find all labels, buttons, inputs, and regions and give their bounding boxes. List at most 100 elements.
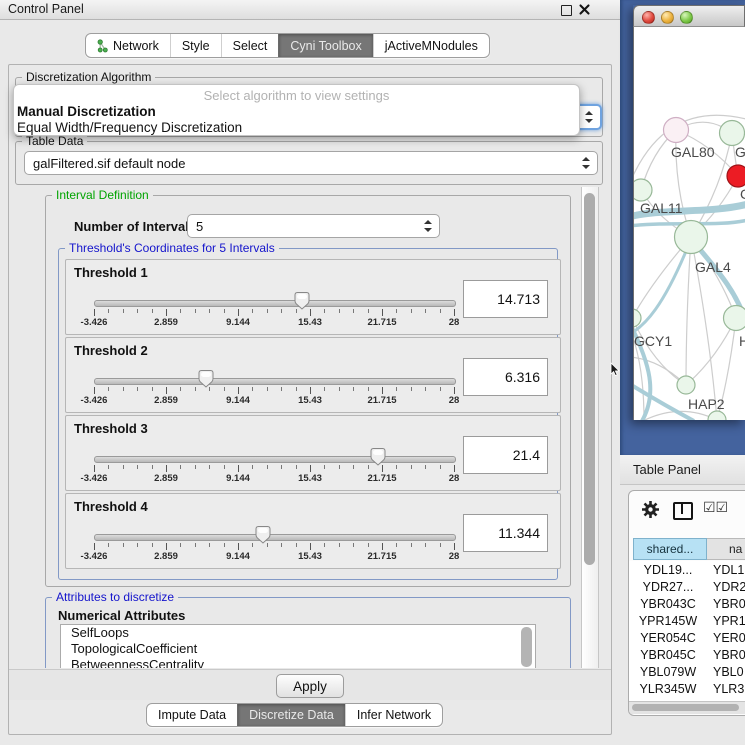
slider-ticks [94,387,454,395]
numerical-attributes-list[interactable]: SelfLoopsTopologicalCoefficientBetweenne… [60,624,536,668]
table-row[interactable]: YLR345WYLR3 [629,680,745,697]
table-row[interactable]: YDR27...YDR2 [629,578,745,595]
cell-name[interactable]: YBR0 [707,597,745,611]
combo-arrows-icon [585,111,593,123]
control-panel-title: Control Panel [8,2,84,16]
table-data-combobox[interactable]: galFiltered.sif default node [24,151,598,175]
attribute-item[interactable]: SelfLoops [61,625,535,641]
tab-discretize-data[interactable]: Discretize Data [237,704,345,726]
gear-icon[interactable] [641,500,660,519]
node-label: HAP2 [688,396,725,412]
node-label: GCY1 [634,333,672,349]
node-h[interactable] [724,306,745,331]
network-window-titlebar[interactable] [633,5,745,27]
threshold-2-value-field[interactable]: 6.316 [463,358,548,396]
cell-name[interactable]: YDL1 [707,563,744,577]
table-row[interactable]: YBR043CYBR0 [629,595,745,612]
dropdown-item-manual-discretization[interactable]: Manual Discretization [14,104,579,120]
threshold-3-slider-handle[interactable] [369,447,387,467]
node-label: GA [735,144,745,160]
attributes-group-title: Attributes to discretize [52,590,178,604]
cell-shared-name[interactable]: YER054C [629,631,707,645]
dropdown-item-equal-width-frequency[interactable]: Equal Width/Frequency Discretization [14,120,579,136]
thresholds-group: Threshold's Coordinates for 5 Intervals … [58,248,558,580]
float-window-icon[interactable] [561,5,572,16]
threshold-4-slider-handle[interactable] [254,525,272,545]
window-zoom-button[interactable] [680,11,693,24]
node-pink[interactable] [664,118,689,143]
node-green[interactable] [720,121,745,146]
select-columns-checkboxes-icon[interactable]: ☑☑ [703,499,728,516]
network-icon [97,39,108,53]
cell-shared-name[interactable]: YDR27... [629,580,707,594]
node-red[interactable] [727,165,745,187]
column-header-name[interactable]: na [707,538,745,560]
table-row[interactable]: YBR045CYBR0 [629,646,745,663]
threshold-4-slider-track[interactable] [94,534,456,541]
window-minimize-button[interactable] [661,11,674,24]
table-row[interactable]: YER054CYER0 [629,629,745,646]
cell-shared-name[interactable]: YDL19... [629,563,707,577]
window-close-button[interactable] [642,11,655,24]
tab-jactivemnodules[interactable]: jActiveMNodules [373,34,489,57]
close-icon[interactable] [579,4,590,15]
threshold-4-value-field[interactable]: 11.344 [463,514,548,552]
apply-strip: Apply [9,669,611,700]
table-row[interactable]: YDL19...YDL1 [629,561,745,578]
interval-definition-group: Interval Definition Number of Intervals … [45,195,571,587]
node-gcy1[interactable] [634,309,641,327]
cell-name[interactable]: YBL0 [707,665,744,679]
node-label: GAL4 [695,259,731,275]
cell-name[interactable]: YBR0 [707,648,745,662]
tab-impute-data[interactable]: Impute Data [147,704,237,726]
node-gal4[interactable] [675,221,708,254]
threshold-1-value-field[interactable]: 14.713 [463,280,548,318]
table-hscrollbar[interactable] [629,701,745,714]
attribute-item[interactable]: BetweennessCentrality [61,657,535,668]
panel-scrollbar-thumb[interactable] [584,193,595,565]
cell-name[interactable]: YER0 [707,631,745,645]
table-data-group-title: Table Data [22,134,87,148]
cell-shared-name[interactable]: YBR043C [629,597,707,611]
cell-shared-name[interactable]: YLR345W [629,682,707,696]
table-hscrollbar-thumb[interactable] [632,704,739,711]
column-header-shared[interactable]: shared... [633,538,707,560]
node-gal11[interactable] [634,179,652,201]
number-of-intervals-combobox[interactable]: 5 [187,214,440,238]
threshold-1-box: Threshold 1 -3.426 2.859 9.144 15.43 21.… [65,259,561,335]
threshold-3-value-field[interactable]: 21.4 [463,436,548,474]
network-canvas[interactable]: GAL80 GA GAL11 C GAL4 GCY1 H HAP2 [633,27,745,420]
columns-icon[interactable] [673,502,693,520]
cell-name[interactable]: YDR2 [707,580,745,594]
tab-network[interactable]: Network [86,34,170,57]
interval-definition-title: Interval Definition [52,188,153,202]
cell-name[interactable]: YLR3 [707,682,744,696]
network-view-window: GAL80 GA GAL11 C GAL4 GCY1 H HAP2 [633,5,745,420]
tab-select[interactable]: Select [221,34,279,57]
threshold-1-slider-track[interactable] [94,300,456,307]
cell-name[interactable]: YPR1 [707,614,745,628]
tab-infer-network[interactable]: Infer Network [345,704,442,726]
attribute-item[interactable]: TopologicalCoefficient [61,641,535,657]
slider-scale-labels: -3.426 2.859 9.144 15.43 21.715 28 [94,551,454,563]
cell-shared-name[interactable]: YPR145W [629,614,707,628]
threshold-2-slider-track[interactable] [94,378,456,385]
threshold-3-slider-track[interactable] [94,456,456,463]
table-row[interactable]: YPR145WYPR1 [629,612,745,629]
cell-shared-name[interactable]: YBL079W [629,665,707,679]
panel-scrollbar[interactable] [581,187,599,668]
list-scrollbar-thumb[interactable] [521,627,532,667]
apply-button[interactable]: Apply [276,674,344,698]
threshold-1-slider-handle[interactable] [293,291,311,311]
node-hap2[interactable] [677,376,695,394]
tab-cyni-toolbox[interactable]: Cyni Toolbox [278,34,372,57]
threshold-2-slider-handle[interactable] [197,369,215,389]
table-row[interactable]: YBL079WYBL0 [629,663,745,680]
slider-scale-labels: -3.426 2.859 9.144 15.43 21.715 28 [94,473,454,485]
cyni-bottom-tabbar: Impute Data Discretize Data Infer Networ… [146,703,443,727]
node-partial[interactable] [708,411,726,420]
table-data-combobox-value: galFiltered.sif default node [33,156,185,171]
cell-shared-name[interactable]: YBR045C [629,648,707,662]
tab-style[interactable]: Style [170,34,221,57]
algorithm-dropdown-popup: Select algorithm to view settings Manual… [13,84,580,136]
